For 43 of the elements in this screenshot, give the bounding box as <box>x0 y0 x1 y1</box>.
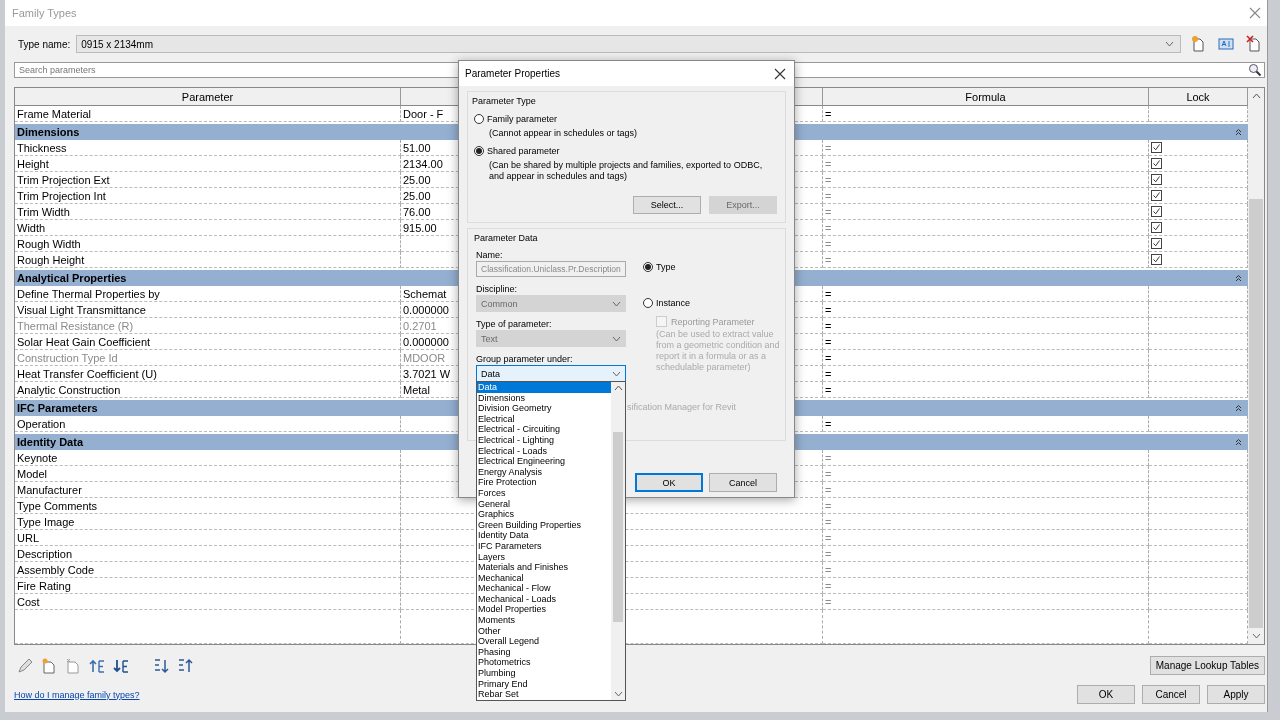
table-cell: Manufacturer <box>15 482 401 498</box>
table-cell: Cost <box>15 594 401 610</box>
table-cell: Define Thermal Properties by <box>15 286 401 302</box>
table-cell: Visual Light Transmittance <box>15 302 401 318</box>
table-cell: Type Image <box>15 514 401 530</box>
table-cell: Solar Heat Gain Coefficient <box>15 334 401 350</box>
table-cell: Thermal Resistance (R) <box>15 318 401 334</box>
table-cell: Width <box>15 220 401 236</box>
field-label: Type name: <box>17 38 71 50</box>
field-label: Discipline: <box>476 283 518 295</box>
table-cell: Construction Type Id <box>15 350 401 366</box>
table-cell: Trim Projection Ext <box>15 172 401 188</box>
table-cell: Analytic Construction <box>15 382 401 398</box>
option-note: (Can be shared by multiple projects and families, exported to ODBC, and appear in schedules and tags) <box>489 160 764 182</box>
table-cell: Rough Width <box>15 236 401 252</box>
group-title: Identity Data <box>17 436 83 448</box>
table-cell: Fire Rating <box>15 578 401 594</box>
table-cell: Type Comments <box>15 498 401 514</box>
table-cell: Operation <box>15 416 401 432</box>
field-label: Name: <box>476 249 504 261</box>
table-cell: Frame Material <box>15 106 401 122</box>
table-cell: Assembly Code <box>15 562 401 578</box>
field-label: Type of parameter: <box>476 318 553 330</box>
table-cell: Heat Transfer Coefficient (U) <box>15 366 401 382</box>
table-cell: Keynote <box>15 450 401 466</box>
table-cell: Height <box>15 156 401 172</box>
hint-text: sification Manager for Revit <box>627 402 737 412</box>
group-title: Dimensions <box>17 126 80 138</box>
option-note: (Cannot appear in schedules or tags) <box>489 128 639 139</box>
table-cell: Trim Projection Int <box>15 188 401 204</box>
group-title: Parameter Type <box>472 95 537 107</box>
table-cell: Trim Width <box>15 204 401 220</box>
table-cell: Thickness <box>15 140 401 156</box>
table-cell: Description <box>15 546 401 562</box>
group-title: Parameter Data <box>474 232 539 244</box>
dialog-title: Parameter Properties <box>465 68 561 79</box>
group-title: Analytical Properties <box>17 272 127 284</box>
field-label: Group parameter under: <box>476 353 574 365</box>
table-cell: Rough Height <box>15 252 401 268</box>
table-cell: URL <box>15 530 401 546</box>
table-cell: Model <box>15 466 401 482</box>
window-title: Family Types <box>12 7 77 19</box>
group-title: IFC Parameters <box>17 402 98 414</box>
